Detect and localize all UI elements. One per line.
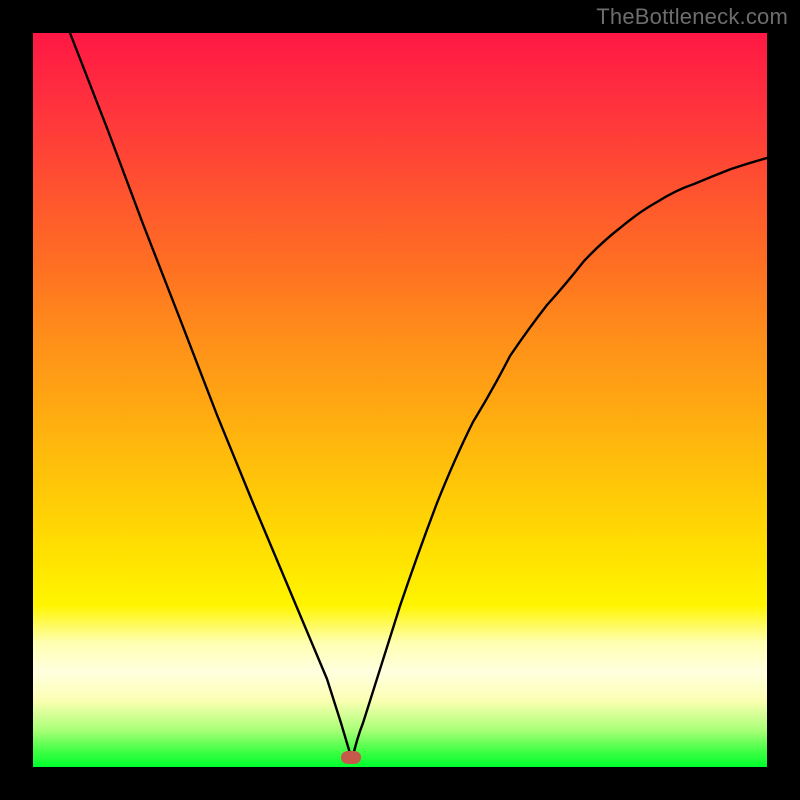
curve-path [70, 33, 767, 760]
watermark-text: TheBottleneck.com [596, 4, 788, 30]
bottleneck-curve [33, 33, 767, 767]
optimal-point-marker [341, 751, 361, 764]
chart-frame: TheBottleneck.com [0, 0, 800, 800]
